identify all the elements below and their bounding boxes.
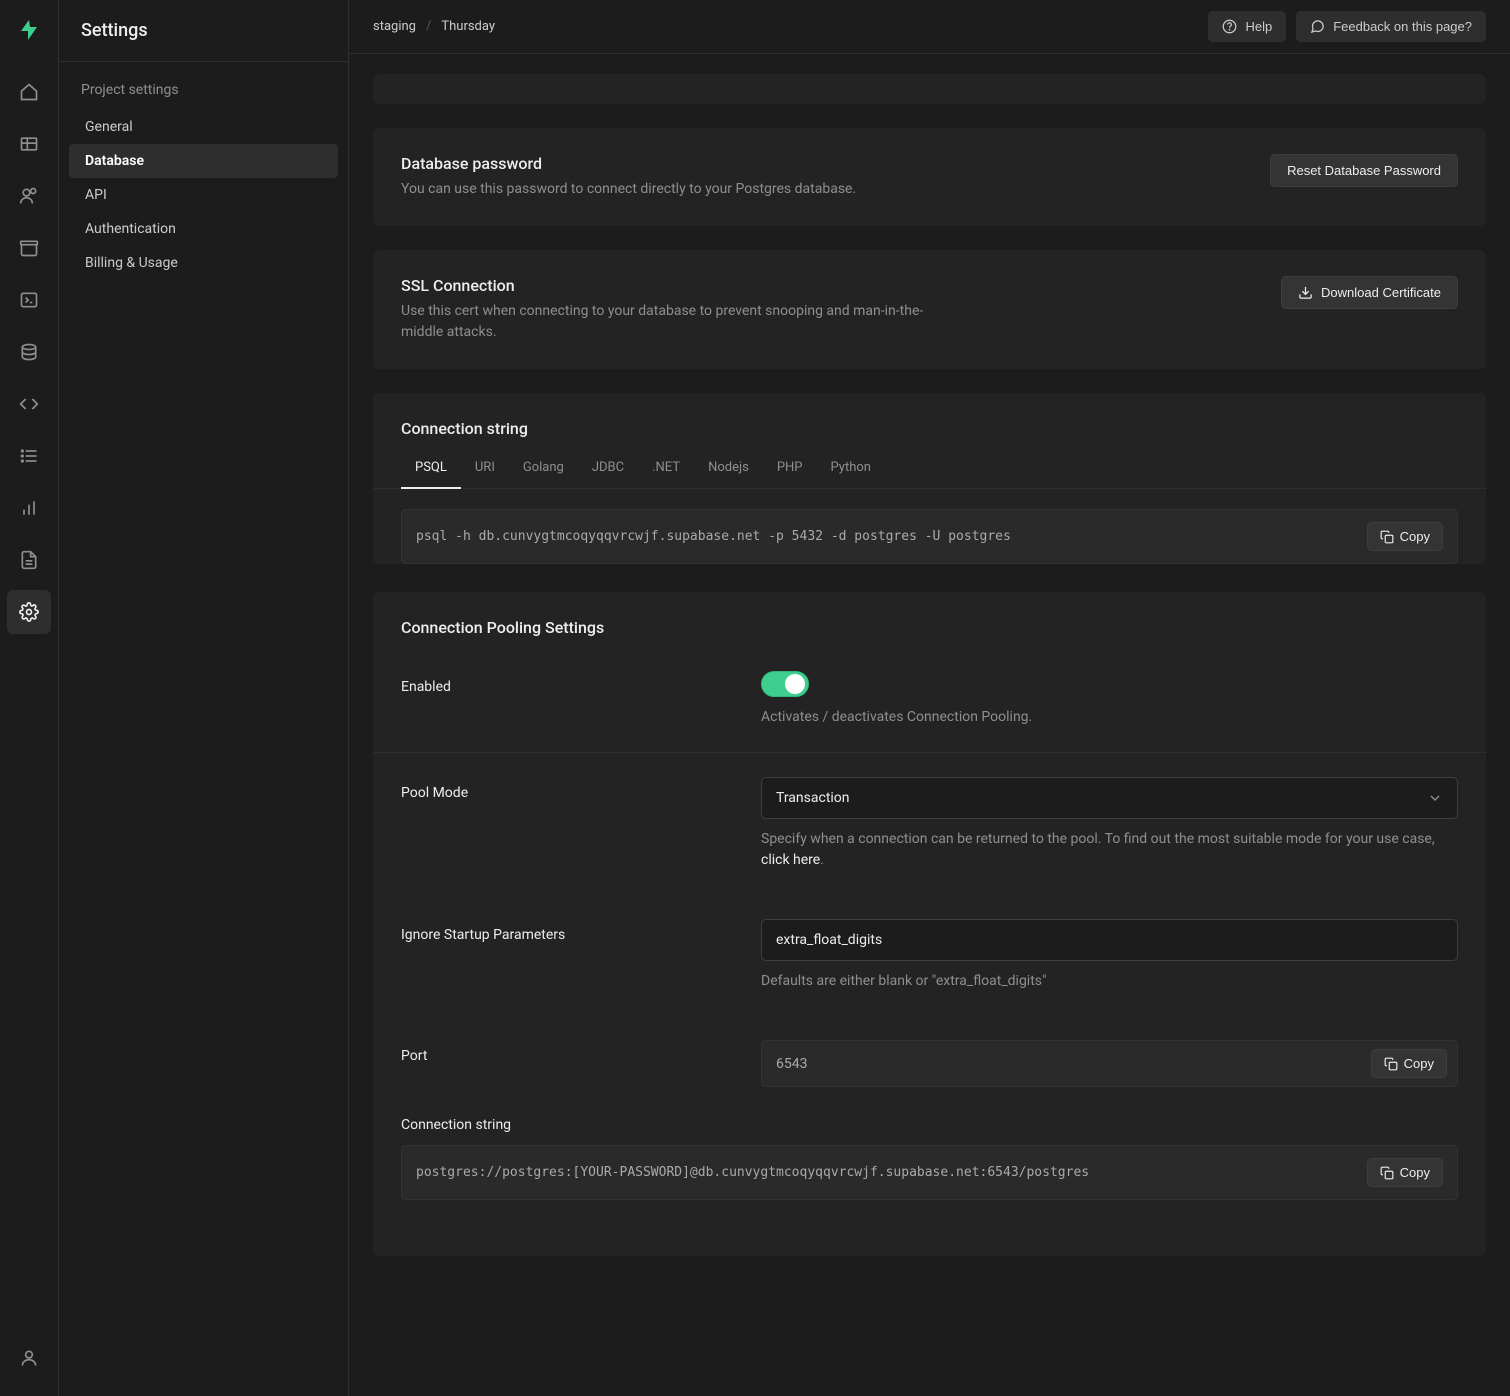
nav-list-icon[interactable] bbox=[7, 434, 51, 478]
nav-database-icon[interactable] bbox=[7, 330, 51, 374]
pooling-title: Connection Pooling Settings bbox=[373, 592, 1486, 647]
enabled-help: Activates / deactivates Connection Pooli… bbox=[761, 707, 1458, 728]
connection-string-value: psql -h db.cunvygtmcoqyqqvrcwjf.supabase… bbox=[416, 529, 1011, 544]
tab-php[interactable]: PHP bbox=[763, 448, 817, 489]
sidebar-item-database[interactable]: Database bbox=[69, 144, 338, 178]
connection-string-card: Connection string PSQL URI Golang JDBC .… bbox=[373, 393, 1486, 564]
pool-mode-select[interactable]: Transaction bbox=[761, 777, 1458, 819]
copy-port-button[interactable]: Copy bbox=[1371, 1049, 1447, 1078]
pool-mode-help: Specify when a connection can be returne… bbox=[761, 829, 1458, 871]
connection-string-tabs: PSQL URI Golang JDBC .NET Nodejs PHP Pyt… bbox=[373, 448, 1486, 489]
nav-storage-icon[interactable] bbox=[7, 226, 51, 270]
tab-psql[interactable]: PSQL bbox=[401, 448, 461, 489]
nav-chart-icon[interactable] bbox=[7, 486, 51, 530]
copy-pooling-conn-button[interactable]: Copy bbox=[1367, 1158, 1443, 1187]
nav-auth-icon[interactable] bbox=[7, 174, 51, 218]
db-password-desc: You can use this password to connect dir… bbox=[401, 179, 856, 200]
feedback-button[interactable]: Feedback on this page? bbox=[1296, 11, 1486, 42]
nav-home-icon[interactable] bbox=[7, 70, 51, 114]
tab-nodejs[interactable]: Nodejs bbox=[694, 448, 763, 489]
help-icon bbox=[1222, 19, 1237, 34]
breadcrumb-project[interactable]: Thursday bbox=[441, 19, 495, 34]
reset-db-password-button[interactable]: Reset Database Password bbox=[1270, 154, 1458, 187]
pool-mode-label: Pool Mode bbox=[401, 777, 761, 871]
port-label: Port bbox=[401, 1040, 761, 1087]
tab-jdbc[interactable]: JDBC bbox=[578, 448, 638, 489]
nav-docs-icon[interactable] bbox=[7, 538, 51, 582]
pool-mode-help-link[interactable]: click here bbox=[761, 852, 820, 868]
tab-python[interactable]: Python bbox=[817, 448, 885, 489]
sidebar-section-label: Project settings bbox=[59, 62, 348, 110]
copy-connection-string-button[interactable]: Copy bbox=[1367, 522, 1443, 551]
pooling-conn-label: Connection string bbox=[373, 1117, 1486, 1133]
breadcrumb: staging / Thursday bbox=[373, 19, 495, 34]
enabled-toggle[interactable] bbox=[761, 671, 809, 697]
db-password-card: Database password You can use this passw… bbox=[373, 128, 1486, 226]
sidebar-title: Settings bbox=[59, 0, 348, 62]
breadcrumb-org[interactable]: staging bbox=[373, 19, 416, 34]
connection-string-title: Connection string bbox=[401, 419, 528, 438]
help-button[interactable]: Help bbox=[1208, 11, 1286, 42]
enabled-label: Enabled bbox=[401, 671, 761, 728]
copy-icon bbox=[1380, 1166, 1394, 1180]
nav-table-icon[interactable] bbox=[7, 122, 51, 166]
copy-icon bbox=[1380, 530, 1394, 544]
ssl-title: SSL Connection bbox=[401, 276, 961, 295]
ssl-desc: Use this cert when connecting to your da… bbox=[401, 301, 961, 343]
download-cert-button[interactable]: Download Certificate bbox=[1281, 276, 1458, 309]
db-password-title: Database password bbox=[401, 154, 856, 173]
sidebar-item-general[interactable]: General bbox=[69, 110, 338, 144]
pooling-conn-value: postgres://postgres:[YOUR-PASSWORD]@db.c… bbox=[416, 1165, 1089, 1180]
nav-settings-icon[interactable] bbox=[7, 590, 51, 634]
tab-dotnet[interactable]: .NET bbox=[638, 448, 694, 489]
ignore-params-help: Defaults are either blank or "extra_floa… bbox=[761, 971, 1458, 992]
sidebar-item-billing[interactable]: Billing & Usage bbox=[69, 246, 338, 280]
port-value: 6543 bbox=[776, 1056, 807, 1072]
nav-terminal-icon[interactable] bbox=[7, 278, 51, 322]
settings-sidebar: Settings Project settings General Databa… bbox=[59, 0, 349, 1396]
topbar: staging / Thursday Help Feedback on this… bbox=[349, 0, 1510, 54]
pooling-card: Connection Pooling Settings Enabled Acti… bbox=[373, 592, 1486, 1256]
ignore-params-label: Ignore Startup Parameters bbox=[401, 919, 761, 992]
icon-rail bbox=[0, 0, 59, 1396]
sidebar-item-api[interactable]: API bbox=[69, 178, 338, 212]
logo-icon[interactable] bbox=[13, 14, 45, 46]
chat-icon bbox=[1310, 19, 1325, 34]
prev-card-stub bbox=[373, 74, 1486, 104]
ignore-params-input[interactable] bbox=[761, 919, 1458, 961]
nav-code-icon[interactable] bbox=[7, 382, 51, 426]
tab-uri[interactable]: URI bbox=[461, 448, 509, 489]
sidebar-item-authentication[interactable]: Authentication bbox=[69, 212, 338, 246]
chevron-down-icon bbox=[1427, 790, 1443, 806]
nav-account-icon[interactable] bbox=[7, 1336, 51, 1380]
download-icon bbox=[1298, 285, 1313, 300]
tab-golang[interactable]: Golang bbox=[509, 448, 578, 489]
copy-icon bbox=[1384, 1057, 1398, 1071]
ssl-card: SSL Connection Use this cert when connec… bbox=[373, 250, 1486, 369]
